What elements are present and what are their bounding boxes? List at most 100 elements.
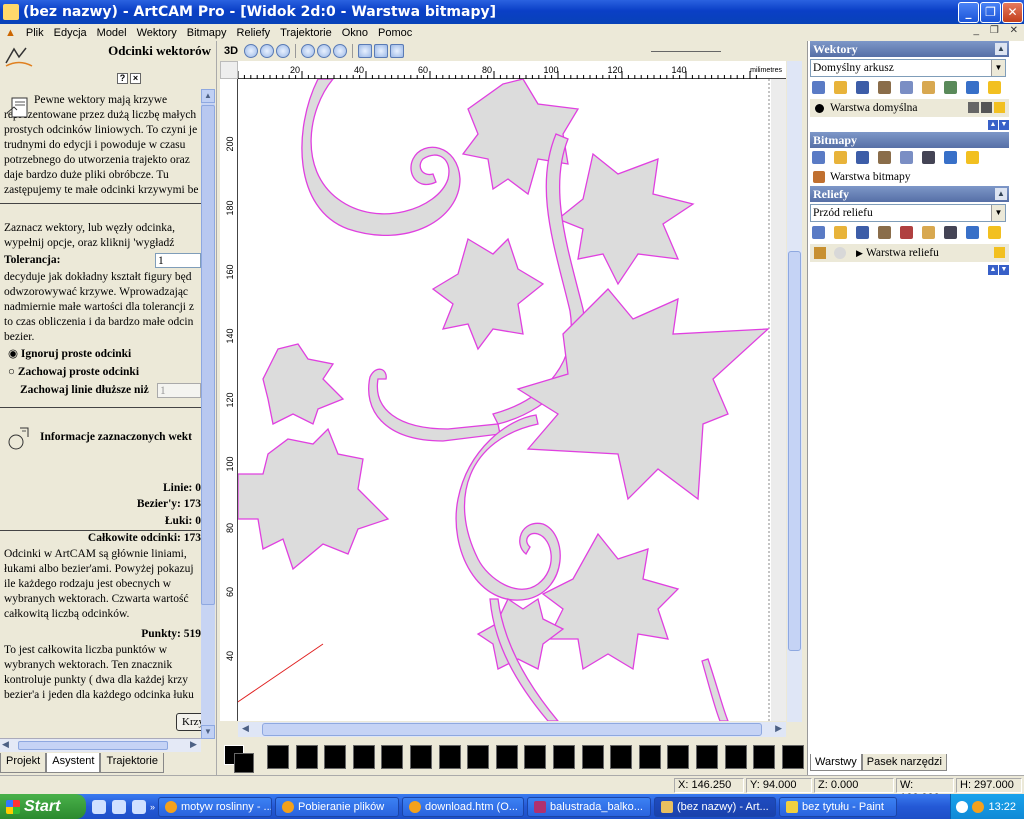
view-scroll-left-arrow[interactable]: ◀ [242, 723, 249, 734]
radio-keep-row[interactable]: ○ Zachowaj proste odcinki [0, 365, 201, 380]
grayscale-icon[interactable] [944, 226, 957, 239]
3d-view-button[interactable]: 3D [224, 45, 238, 57]
tab-projekt[interactable]: Projekt [0, 753, 47, 773]
combine-icon[interactable] [900, 226, 913, 239]
move-down-icon[interactable]: ▼ [999, 265, 1009, 275]
task-button[interactable]: balustrada_balko... [527, 796, 652, 817]
paste-icon[interactable] [922, 81, 935, 94]
link-icon[interactable] [944, 81, 957, 94]
relief-select[interactable]: Przód reliefu ▼ [810, 204, 1006, 222]
zoom-fit-icon[interactable] [276, 44, 291, 58]
vector-sheet-select[interactable]: Domyślny arkusz ▼ [810, 59, 1006, 77]
menu-reliefy[interactable]: Reliefy [232, 27, 276, 39]
menu-wektory[interactable]: Wektory [132, 27, 182, 39]
color-swatch[interactable] [524, 745, 547, 769]
expand-arrow-icon[interactable]: ▶ [856, 244, 863, 262]
color-swatch[interactable] [753, 745, 776, 769]
task-button[interactable]: bez tytułu - Paint [779, 796, 898, 817]
save-icon[interactable] [856, 81, 869, 94]
merge-icon[interactable] [878, 226, 891, 239]
menu-bitmapy[interactable]: Bitmapy [182, 27, 232, 39]
show-desktop-icon[interactable] [92, 799, 106, 814]
scroll-right-arrow[interactable]: ▶ [190, 739, 197, 750]
task-button[interactable]: Pobieranie plików [275, 796, 400, 817]
menu-pomoc[interactable]: Pomoc [373, 27, 417, 39]
h-scroll-thumb[interactable] [18, 741, 168, 750]
task-button[interactable]: download.htm (O... [402, 796, 525, 817]
color-swatch[interactable] [696, 745, 718, 769]
keep-longer-input[interactable]: 1 [157, 383, 201, 398]
color-swatch[interactable] [352, 745, 375, 769]
help-icon[interactable]: ? [117, 73, 128, 84]
vector-order-arrows[interactable]: ▲ ▼ [988, 120, 1010, 130]
light-icon[interactable] [966, 151, 979, 164]
tray-icon[interactable] [972, 800, 985, 813]
edit-icon[interactable] [981, 102, 992, 113]
layer-color-icon[interactable] [815, 104, 824, 113]
color-swatch[interactable] [553, 745, 575, 769]
zoom-in-icon[interactable] [244, 44, 259, 58]
scroll-up-arrow[interactable]: ▲ [201, 89, 215, 103]
blend-slider[interactable] [651, 51, 721, 52]
tab-pasek-narzedzi[interactable]: Pasek narzędzi [861, 754, 947, 771]
chevron-icon[interactable]: » [150, 802, 155, 812]
open-icon[interactable] [834, 151, 847, 164]
close-button[interactable]: ✕ [1002, 2, 1023, 23]
paste-icon[interactable] [922, 226, 935, 239]
view-hscroll-thumb[interactable] [262, 723, 762, 736]
view-vscroll-thumb[interactable] [788, 251, 801, 651]
move-up-icon[interactable]: ▲ [988, 265, 998, 275]
menu-model[interactable]: Model [92, 27, 132, 39]
copy-icon[interactable] [900, 151, 913, 164]
color-swatch[interactable] [267, 745, 289, 769]
delete-icon[interactable] [966, 226, 979, 239]
color-swatch[interactable] [581, 745, 604, 769]
zoom-out-icon[interactable] [260, 44, 275, 58]
lock-icon[interactable] [968, 102, 979, 113]
view-horizontal-scrollbar[interactable]: ◀ ▶ [238, 722, 786, 737]
color-swatch[interactable] [438, 745, 461, 769]
light-icon[interactable] [988, 81, 1001, 94]
tab-warstwy[interactable]: Warstwy [810, 754, 862, 771]
color-swatch[interactable] [295, 745, 318, 769]
color-swatch[interactable] [381, 745, 404, 769]
open-icon[interactable] [834, 226, 847, 239]
bitmap-layer-row[interactable]: Warstwa bitmapy [810, 168, 1009, 186]
task-button[interactable]: motyw roslinny - ... [158, 796, 273, 817]
scroll-down-arrow[interactable]: ▼ [201, 725, 215, 739]
task-button-active[interactable]: (bez nazwy) - Art... [654, 796, 777, 817]
view-vertical-scrollbar[interactable] [787, 61, 802, 722]
design-canvas[interactable] [238, 79, 786, 721]
new-layer-icon[interactable] [812, 226, 825, 239]
menu-edycja[interactable]: Edycja [49, 27, 92, 39]
tab-trajektorie[interactable]: Trajektorie [100, 753, 164, 773]
delete-icon[interactable] [944, 151, 957, 164]
panel-vertical-scrollbar[interactable]: ▲ ▼ [201, 89, 215, 739]
relief-order-arrows[interactable]: ▲ ▼ [988, 265, 1010, 275]
radio-ignore-row[interactable]: ◉ Ignoruj proste odcinki [0, 347, 201, 362]
color-swatch[interactable] [324, 745, 347, 769]
tray-icon[interactable] [956, 800, 969, 813]
secondary-color-swatch[interactable] [234, 753, 254, 773]
merge-icon[interactable] [878, 81, 891, 94]
open-icon[interactable] [834, 81, 847, 94]
copy-icon[interactable] [900, 81, 913, 94]
snap-grid-icon[interactable] [358, 44, 373, 58]
mdi-window-controls[interactable]: _ ❐ ✕ [974, 25, 1022, 36]
dropdown-arrow-icon[interactable]: ▼ [991, 60, 1005, 76]
scroll-left-arrow[interactable]: ◀ [2, 739, 9, 750]
zoom-selection-icon[interactable] [333, 44, 348, 58]
tab-asystent[interactable]: Asystent [46, 753, 101, 773]
delete-icon[interactable] [966, 81, 979, 94]
color-swatch[interactable] [724, 745, 747, 769]
quicklaunch-icon[interactable] [132, 799, 146, 814]
light-icon[interactable] [988, 226, 1001, 239]
color-swatch[interactable] [495, 745, 518, 769]
radio-keep-unselected[interactable]: ○ [8, 366, 15, 378]
view-arrow-icon[interactable] [390, 44, 405, 58]
color-swatch[interactable] [610, 745, 633, 769]
maximize-button[interactable]: ❐ [980, 2, 1001, 23]
color-swatch[interactable] [410, 745, 432, 769]
tolerance-input[interactable]: 1 [155, 253, 201, 268]
color-swatch[interactable] [638, 745, 661, 769]
